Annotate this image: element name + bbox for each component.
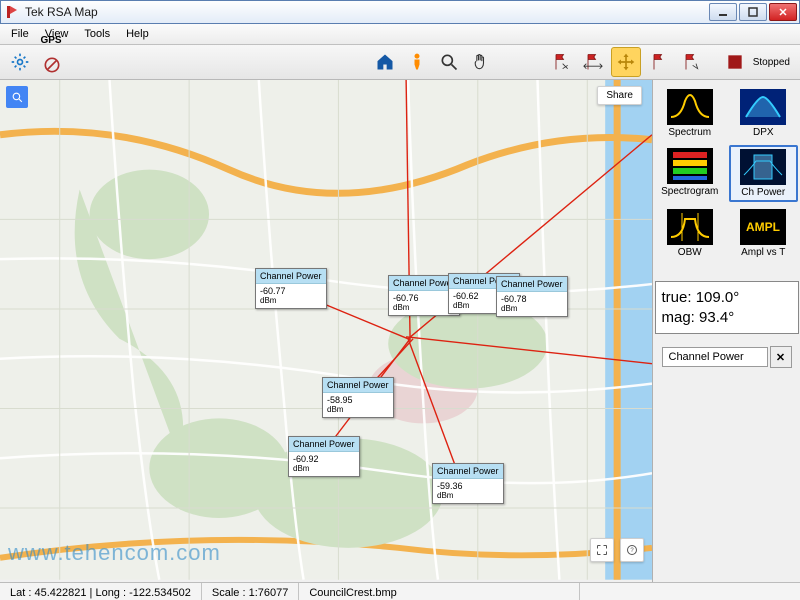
menu-help[interactable]: Help: [119, 26, 156, 42]
flag-move-button[interactable]: [611, 47, 641, 77]
selected-measurement-label: Channel Power: [662, 347, 768, 367]
map-background: [0, 80, 652, 580]
measurement-icon: [740, 149, 786, 185]
measurement-spectrum[interactable]: Spectrum: [655, 86, 725, 141]
streetview-button[interactable]: [403, 48, 431, 76]
status-scale: Scale : 1:76077: [202, 583, 299, 600]
flag-horizontal-button[interactable]: [579, 48, 607, 76]
map-search-button[interactable]: [6, 86, 28, 108]
stop-button[interactable]: [721, 48, 749, 76]
status-bar: Lat : 45.422821 | Long : -122.534502 Sca…: [0, 582, 800, 600]
home-button[interactable]: [371, 48, 399, 76]
flag-add-button[interactable]: [645, 48, 673, 76]
measurement-spectrogram[interactable]: Spectrogram: [655, 145, 725, 202]
heading-readout: true: 109.0° mag: 93.4°: [655, 281, 799, 334]
measurement-callout[interactable]: -60.77dBm: [255, 268, 327, 309]
gps-button[interactable]: GPS: [38, 48, 66, 76]
map-share-button[interactable]: Share: [597, 86, 642, 105]
maximize-button[interactable]: [739, 3, 767, 21]
measurement-callout[interactable]: -59.36dBm: [432, 463, 504, 504]
flag-direction-button[interactable]: [677, 48, 705, 76]
measurement-obw[interactable]: OBW: [655, 206, 725, 261]
gps-label: GPS: [40, 35, 61, 46]
window-titlebar: Tek RSA Map: [0, 0, 800, 24]
settings-button[interactable]: [6, 48, 34, 76]
measurement-ampl-vs-t[interactable]: AMPLAmpl vs T: [729, 206, 799, 261]
measurement-icon: [667, 209, 713, 245]
menu-file[interactable]: File: [4, 26, 36, 42]
app-icon: [5, 4, 21, 20]
minimize-button[interactable]: [709, 3, 737, 21]
watermark: www.tehencom.com: [8, 540, 221, 566]
measurement-ch-power[interactable]: Ch Power: [729, 145, 799, 202]
map-report-button[interactable]: ?: [620, 538, 644, 562]
svg-text:?: ?: [630, 548, 634, 554]
measurement-icon: [667, 89, 713, 125]
status-filename: CouncilCrest.bmp: [299, 583, 580, 600]
toolbar: GPS Stopped: [0, 45, 800, 80]
flag-select-button[interactable]: [547, 48, 575, 76]
clear-measurement-button[interactable]: ✕: [770, 346, 792, 368]
map-fullscreen-button[interactable]: [590, 538, 614, 562]
close-button[interactable]: [769, 3, 797, 21]
measurement-callout[interactable]: -60.92dBm: [288, 436, 360, 477]
pan-button[interactable]: [467, 48, 495, 76]
measurement-icon: [667, 148, 713, 184]
measurement-icon: AMPL: [740, 209, 786, 245]
menu-tools[interactable]: Tools: [77, 26, 117, 42]
zoom-button[interactable]: [435, 48, 463, 76]
window-title: Tek RSA Map: [25, 5, 709, 19]
svg-text:AMPL: AMPL: [746, 220, 780, 234]
status-latlon: Lat : 45.422821 | Long : -122.534502: [0, 583, 202, 600]
menubar: File View Tools Help: [0, 24, 800, 45]
map-area[interactable]: Share -60.77dBm-60.76dBm-60.62dBm-60.78d…: [0, 80, 653, 582]
measurement-callout[interactable]: -60.78dBm: [496, 276, 568, 317]
measurement-icon: [740, 89, 786, 125]
side-panel: SpectrumDPXSpectrogramCh PowerOBWAMPLAmp…: [653, 80, 800, 582]
measurement-callout[interactable]: -58.95dBm: [322, 377, 394, 418]
measurement-dpx[interactable]: DPX: [729, 86, 799, 141]
stop-label: Stopped: [753, 57, 790, 68]
